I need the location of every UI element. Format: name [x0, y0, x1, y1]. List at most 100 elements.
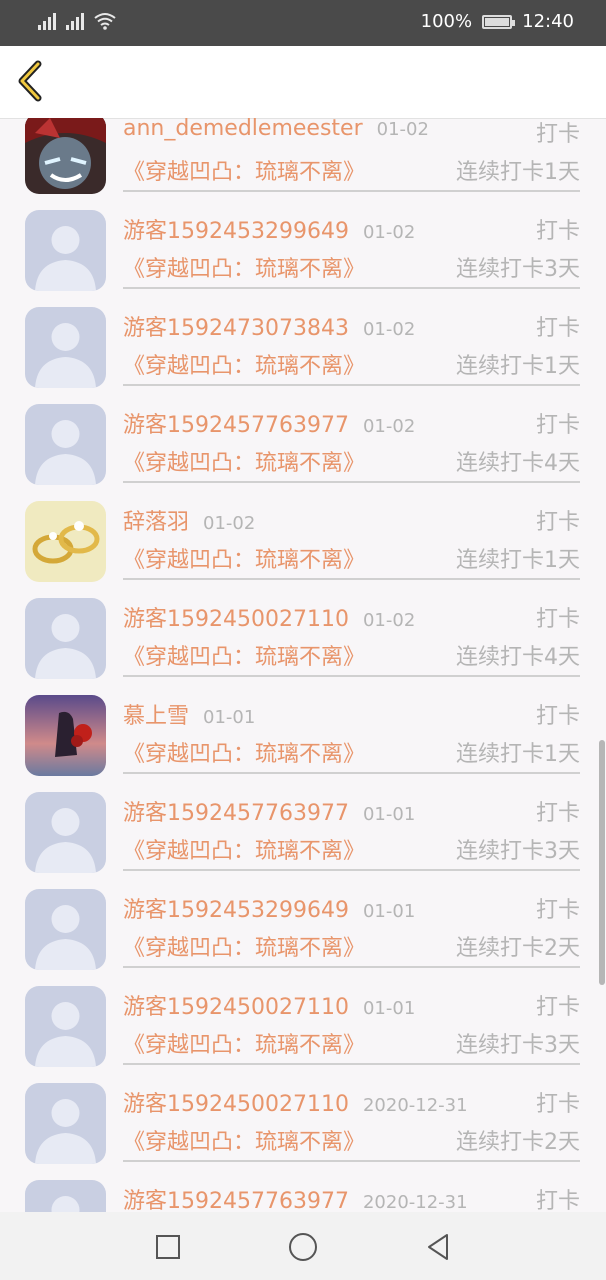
battery-icon [482, 14, 516, 29]
battery-percent: 100% [420, 11, 473, 32]
list-item[interactable]: 游客1592453299649 01-01 打卡 《穿越凹凸：琉璃不离》 连续打卡2天 [0, 872, 606, 970]
streak-label: 连续打卡1天 [456, 548, 580, 573]
row-divider [123, 1160, 580, 1162]
user-name[interactable]: 游客1592457763977 01-02 [123, 407, 415, 439]
chevron-left-icon[interactable] [10, 58, 56, 104]
row-divider [123, 869, 580, 871]
checkin-action-label: 打卡 [535, 316, 580, 341]
list-item[interactable]: 游客1592450027110 2020-12-31 打卡《穿越凹凸：琉璃不离》 连续… [0, 1066, 606, 1164]
book-title-link[interactable]: 《穿越凹凸：琉璃不离》 [123, 154, 365, 186]
system-nav-bar [0, 1212, 606, 1280]
signal-icon [66, 12, 84, 30]
checkin-list[interactable]: ann_demedlemeester 01-02 打卡 《穿越凹凸：琉璃不离》 连续打卡… [0, 118, 606, 1212]
streak-label: 连续打卡2天 [456, 1130, 580, 1155]
user-name-text: 慕上雪 [123, 704, 190, 729]
checkin-action-label: 打卡 [535, 607, 580, 632]
user-name[interactable]: 游客1592473073843 01-02 [123, 310, 415, 342]
book-title-link[interactable]: 《穿越凹凸：琉璃不离》 [123, 833, 365, 865]
checkin-action-label: 打卡 [535, 1092, 580, 1117]
book-title-link[interactable]: 《穿越凹凸：琉璃不离》 [123, 348, 365, 380]
list-item[interactable]: 游客1592450027110 01-02 打卡 《穿越凹凸：琉璃不离》 连续打卡4天 [0, 581, 606, 679]
triangle-back-icon[interactable] [421, 1230, 455, 1264]
book-title-link[interactable]: 《穿越凹凸：琉璃不离》 [123, 1027, 365, 1059]
row-divider [123, 772, 580, 774]
list-item[interactable]: 慕上雪 01-01 打卡《穿越凹凸：琉璃不离》 连续打卡1天 [0, 678, 606, 776]
user-name-text: 游客1592450027110 [123, 995, 349, 1020]
book-title-link[interactable]: 《穿越凹凸：琉璃不离》 [123, 445, 365, 477]
user-name[interactable]: 游客1592450027110 01-02 [123, 601, 415, 633]
circle-icon[interactable] [286, 1230, 320, 1264]
avatar[interactable] [25, 598, 106, 679]
user-name-text: 游客1592453299649 [123, 219, 349, 244]
checkin-action-label: 打卡 [535, 1189, 580, 1212]
list-item[interactable]: 游客15924577639772020-12-31打卡《穿越凹凸：琉璃不离》连续… [0, 1163, 606, 1212]
list-item[interactable]: 辞落羽 01-02 打卡《穿越凹凸：琉璃不离》 连续打卡1天 [0, 484, 606, 582]
list-item[interactable]: ann_demedlemeester 01-02 打卡 《穿越凹凸：琉璃不离》 连续打卡… [0, 118, 606, 194]
user-name-text: 游客1592457763977 [123, 801, 349, 826]
user-name[interactable]: 游客1592450027110 01-01 [123, 989, 415, 1021]
clock: 12:40 [522, 11, 574, 32]
square-icon[interactable] [151, 1230, 185, 1264]
row-divider [123, 287, 580, 289]
checkin-date: 2020-12-31 [362, 1192, 468, 1212]
user-name-text: 游客1592473073843 [123, 316, 349, 341]
scrollbar[interactable] [599, 740, 605, 985]
streak-label: 连续打卡2天 [456, 936, 580, 961]
avatar[interactable] [25, 404, 106, 485]
user-name-text: 游客1592450027110 [123, 607, 349, 632]
row-divider [123, 578, 580, 580]
checkin-action-label: 打卡 [535, 219, 580, 244]
avatar[interactable] [25, 501, 106, 582]
streak-label: 连续打卡1天 [456, 160, 580, 185]
streak-label: 连续打卡3天 [456, 839, 580, 864]
checkin-action-label: 打卡 [535, 995, 580, 1020]
status-right: 100% 12:40 [421, 11, 574, 32]
book-title-link[interactable]: 《穿越凹凸：琉璃不离》 [123, 639, 365, 671]
checkin-date: 01-02 [376, 119, 429, 140]
user-name[interactable]: 游客1592453299649 01-02 [123, 213, 415, 245]
list-item[interactable]: 游客1592457763977 01-01 打卡《穿越凹凸：琉璃不离》 连续打卡3天 [0, 775, 606, 873]
list-item[interactable]: 游客1592453299649 01-02 打卡《穿越凹凸：琉璃不离》 连续打卡3天 [0, 193, 606, 291]
user-name-text: 游客1592453299649 [123, 898, 349, 923]
signal-group [38, 12, 116, 30]
list-item[interactable]: 游客1592473073843 01-02 打卡《穿越凹凸：琉璃不离》 连续打卡1天 [0, 290, 606, 388]
user-name[interactable]: 慕上雪 01-01 [123, 698, 255, 730]
book-title-link[interactable]: 《穿越凹凸：琉璃不离》 [123, 1124, 365, 1156]
user-name[interactable]: ann_demedlemeester 01-02 [123, 118, 429, 141]
list-item[interactable]: 游客1592457763977 01-02 打卡 《穿越凹凸：琉璃不离》 连续打卡4天 [0, 387, 606, 485]
row-divider [123, 1063, 580, 1065]
user-name-text: ann_demedlemeester [123, 118, 363, 141]
checkin-action-label: 打卡 [535, 704, 580, 729]
user-name[interactable]: 游客1592450027110 2020-12-31 [123, 1086, 468, 1118]
streak-label: 连续打卡1天 [456, 742, 580, 767]
avatar[interactable] [25, 792, 106, 873]
checkin-action-label: 打卡 [535, 510, 580, 535]
user-name[interactable]: 游客1592453299649 01-01 [123, 892, 415, 924]
avatar[interactable] [25, 889, 106, 970]
user-name[interactable]: 游客1592457763977 2020-12-31 [123, 1183, 468, 1212]
list-item[interactable]: 游客1592450027110 01-01 打卡 《穿越凹凸：琉璃不离》 连续打卡3天 [0, 969, 606, 1067]
book-title-link[interactable]: 《穿越凹凸：琉璃不离》 [123, 930, 365, 962]
checkin-date: 01-01 [203, 707, 256, 728]
avatar[interactable] [25, 307, 106, 388]
checkin-date: 01-02 [362, 319, 416, 340]
book-title-link[interactable]: 《穿越凹凸：琉璃不离》 [123, 251, 365, 283]
avatar[interactable] [25, 1083, 106, 1164]
avatar[interactable] [25, 210, 106, 291]
book-title-link[interactable]: 《穿越凹凸：琉璃不离》 [123, 736, 365, 768]
avatar[interactable] [25, 986, 106, 1067]
checkin-date: 01-01 [362, 804, 416, 825]
user-name[interactable]: 辞落羽 01-02 [123, 504, 255, 536]
user-name[interactable]: 游客1592457763977 01-01 [123, 795, 415, 827]
checkin-action-label: 打卡 [535, 801, 580, 826]
row-divider [123, 966, 580, 968]
row-divider [123, 190, 580, 192]
streak-label: 连续打卡3天 [456, 257, 580, 282]
avatar[interactable] [25, 1180, 106, 1212]
book-title-link[interactable]: 《穿越凹凸：琉璃不离》 [123, 542, 365, 574]
avatar[interactable] [25, 118, 106, 194]
checkin-date: 2020-12-31 [362, 1095, 468, 1116]
streak-label: 连续打卡1天 [456, 354, 580, 379]
status-bar: 100% 12:40 [0, 0, 606, 46]
avatar[interactable] [25, 695, 106, 776]
